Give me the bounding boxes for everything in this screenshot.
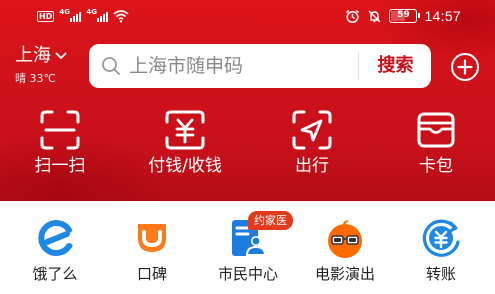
movie-show-icon xyxy=(328,220,362,258)
location-selector[interactable]: 上海 晴 33℃ xyxy=(15,44,67,86)
status-right: 59 14:57 xyxy=(345,8,461,24)
travel-icon xyxy=(292,110,332,150)
hd-indicator: HD xyxy=(37,10,55,22)
search-bar[interactable]: 上海市随申码 搜索 xyxy=(89,44,431,88)
service-transfer[interactable]: 转账 xyxy=(398,214,484,292)
card-wallet-button[interactable]: 卡包 xyxy=(396,108,476,188)
scan-button[interactable]: 扫一扫 xyxy=(20,108,100,188)
search-icon xyxy=(102,57,120,75)
card-wallet-label: 卡包 xyxy=(419,156,453,176)
transfer-icon xyxy=(422,219,460,257)
scan-icon xyxy=(40,110,80,150)
eleme-icon xyxy=(38,220,73,256)
search-button[interactable]: 搜索 xyxy=(360,44,431,88)
search-input[interactable]: 上海市随申码 xyxy=(129,54,243,78)
koubei-label: 口碑 xyxy=(136,265,167,283)
signal-icon: 4G xyxy=(59,8,82,23)
add-icon[interactable] xyxy=(450,52,480,82)
citizen-center-badge: 约家医 xyxy=(248,211,293,230)
alarm-icon xyxy=(346,9,360,23)
transfer-label: 转账 xyxy=(425,265,456,283)
battery-indicator: 59 xyxy=(389,9,421,23)
mute-icon xyxy=(368,9,381,23)
pay-icon xyxy=(165,110,205,150)
status-left: HD 4G 4G xyxy=(37,8,129,23)
citizen-center-label: 市民中心 xyxy=(217,265,278,283)
service-eleme[interactable]: 饿了么 xyxy=(12,214,98,292)
pay-button[interactable]: 付钱/收钱 xyxy=(145,108,225,188)
service-movie[interactable]: 电影演出 xyxy=(302,214,388,292)
status-bar: HD 4G 4G 59 14:57 xyxy=(0,0,495,32)
chevron-down-icon xyxy=(55,52,67,60)
service-koubei[interactable]: 口碑 xyxy=(109,214,195,292)
search-divider xyxy=(358,52,359,80)
travel-button[interactable]: 出行 xyxy=(272,108,352,188)
pay-label: 付钱/收钱 xyxy=(148,156,222,176)
city-name: 上海 xyxy=(15,45,51,66)
koubei-icon xyxy=(138,224,166,252)
clock: 14:57 xyxy=(424,8,461,24)
travel-label: 出行 xyxy=(295,156,329,176)
scan-label: 扫一扫 xyxy=(34,156,86,176)
eleme-label: 饿了么 xyxy=(32,265,78,283)
wifi-icon xyxy=(113,10,129,23)
card-wallet-icon xyxy=(417,112,455,148)
movie-show-label: 电影演出 xyxy=(314,265,375,283)
weather-text: 晴 33℃ xyxy=(15,72,56,85)
signal-icon: 4G xyxy=(86,8,109,23)
